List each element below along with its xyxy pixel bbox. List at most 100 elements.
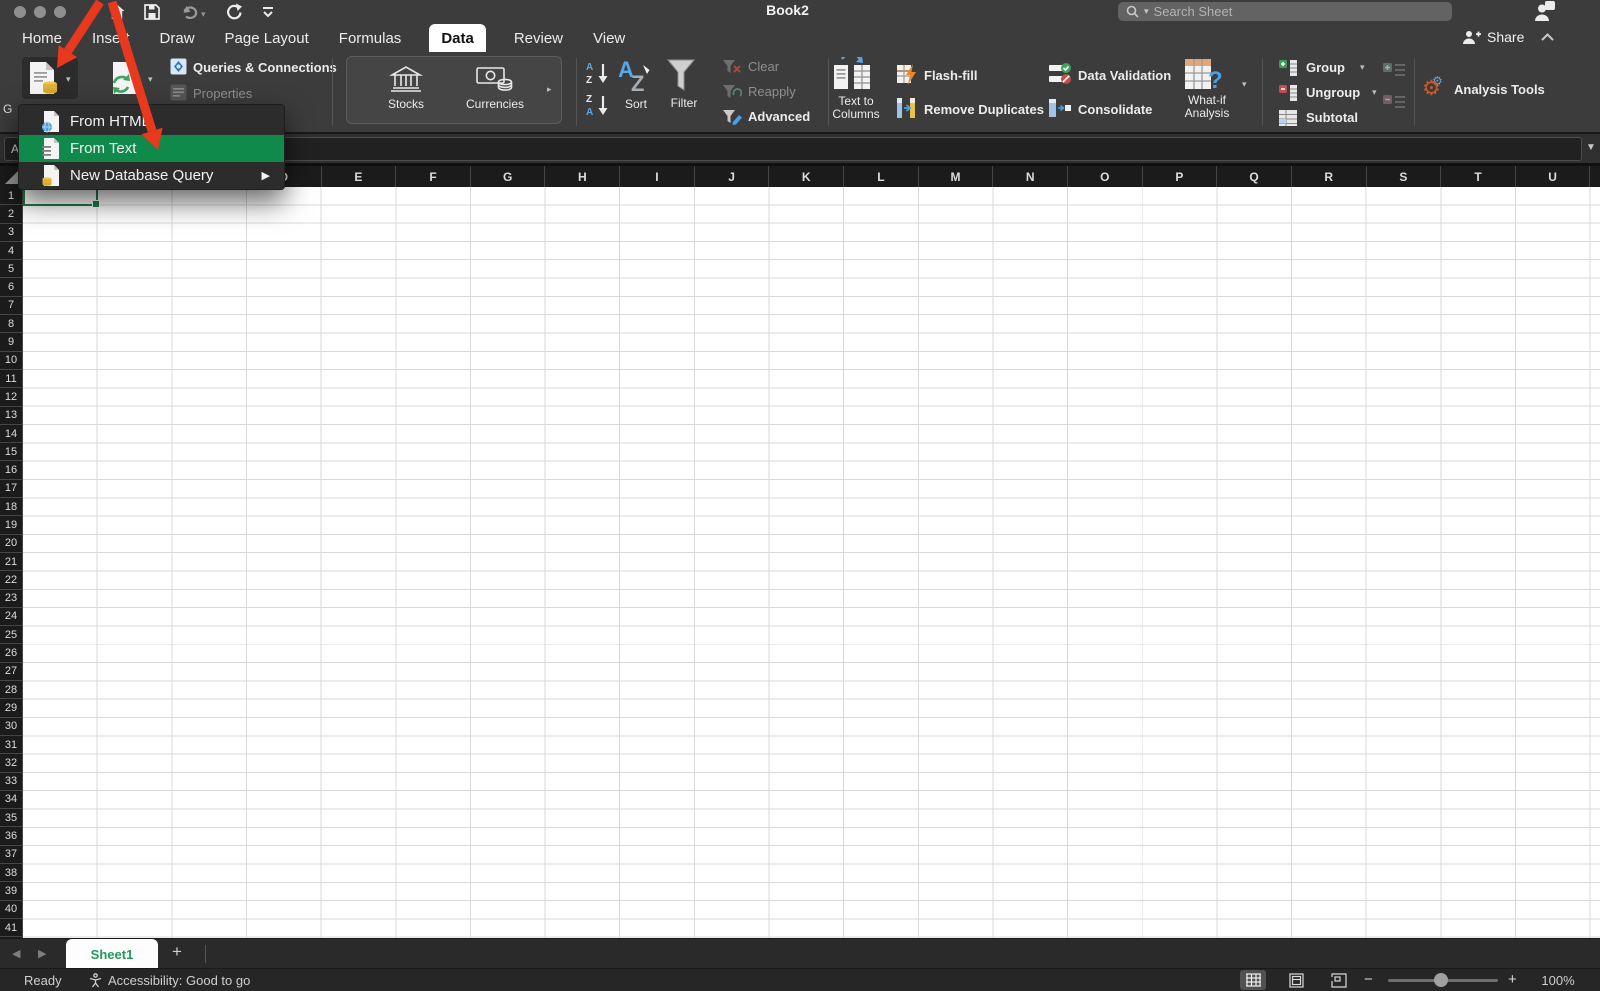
tab-review[interactable]: Review [512, 24, 565, 52]
home-icon[interactable] [108, 3, 126, 21]
row-header[interactable]: 21 [0, 553, 22, 572]
row-header[interactable]: 39 [0, 882, 22, 901]
tab-home[interactable]: Home [20, 24, 64, 52]
zoom-in-button[interactable]: + [1508, 971, 1517, 988]
close-window-button[interactable] [14, 6, 26, 18]
currencies-button[interactable]: Currencies [451, 61, 539, 119]
row-header[interactable]: 8 [0, 315, 22, 334]
subtotal-button[interactable]: Subtotal [1306, 110, 1358, 125]
filter-button[interactable]: Filter [664, 57, 704, 127]
row-header[interactable]: 32 [0, 754, 22, 773]
advanced-filter-button[interactable]: Advanced [748, 109, 810, 124]
column-header[interactable]: T [1441, 166, 1516, 187]
row-header[interactable]: 26 [0, 644, 22, 663]
expand-formula-bar-icon[interactable]: ▼ [1586, 142, 1596, 153]
menu-item-from-html[interactable]: From HTML [19, 108, 284, 135]
clear-filter-button[interactable]: Clear [748, 59, 779, 74]
save-icon[interactable] [144, 4, 160, 20]
column-header[interactable]: I [620, 166, 695, 187]
row-header[interactable]: 28 [0, 681, 22, 700]
page-break-view-button[interactable] [1326, 970, 1352, 990]
redo-icon[interactable] [225, 3, 243, 21]
data-types-more-icon[interactable]: ▸ [547, 85, 552, 94]
menu-item-new-database-query[interactable]: New Database Query ▶ [19, 162, 284, 189]
column-header[interactable]: F [396, 166, 471, 187]
row-header[interactable]: 5 [0, 260, 22, 279]
account-icon[interactable] [1534, 1, 1556, 22]
row-header[interactable]: 17 [0, 480, 22, 499]
column-header[interactable]: H [545, 166, 621, 187]
column-header[interactable]: J [695, 166, 770, 187]
row-header[interactable]: 15 [0, 443, 22, 462]
zoom-slider-knob[interactable] [1434, 973, 1448, 987]
row-header[interactable]: 6 [0, 278, 22, 297]
search-input[interactable]: ▾ Search Sheet [1118, 2, 1452, 21]
menu-item-from-text[interactable]: From Text [19, 135, 284, 162]
tab-page-layout[interactable]: Page Layout [223, 24, 311, 52]
consolidate-button[interactable]: Consolidate [1078, 102, 1152, 117]
row-header[interactable]: 20 [0, 535, 22, 553]
row-header[interactable]: 41 [0, 919, 22, 938]
add-sheet-button[interactable]: + [172, 942, 182, 962]
grid-cells[interactable] [23, 187, 1600, 938]
reapply-filter-button[interactable]: Reapply [748, 84, 796, 99]
row-header[interactable]: 18 [0, 498, 22, 517]
row-header[interactable]: 29 [0, 699, 22, 718]
tab-formulas[interactable]: Formulas [337, 24, 404, 52]
row-header[interactable]: 30 [0, 718, 22, 736]
row-header[interactable]: 34 [0, 791, 22, 810]
analysis-tools-button[interactable]: ⚙ ⚙ Analysis Tools [1422, 74, 1545, 100]
row-header[interactable]: 7 [0, 297, 22, 316]
row-header[interactable]: 4 [0, 242, 22, 261]
column-header[interactable]: S [1367, 166, 1442, 187]
row-header[interactable]: 14 [0, 425, 22, 444]
row-header[interactable]: 13 [0, 407, 22, 425]
stocks-button[interactable]: Stocks [361, 61, 451, 119]
column-header[interactable]: U [1516, 166, 1591, 187]
row-header[interactable]: 38 [0, 864, 22, 883]
hide-detail-icon[interactable] [1382, 94, 1406, 112]
what-if-analysis-button[interactable]: ? What-if Analysis [1184, 57, 1230, 127]
undo-caret-icon[interactable]: ▾ [201, 10, 206, 19]
row-header[interactable]: 12 [0, 388, 22, 407]
row-header[interactable]: 22 [0, 571, 22, 590]
search-scope-caret-icon[interactable]: ▾ [1144, 7, 1149, 16]
remove-duplicates-button[interactable]: Remove Duplicates [924, 102, 1044, 117]
row-header[interactable]: 11 [0, 370, 22, 389]
what-if-caret-icon[interactable]: ▾ [1242, 80, 1247, 89]
tab-data[interactable]: Data [429, 24, 486, 52]
tab-view[interactable]: View [591, 24, 627, 52]
page-layout-view-button[interactable] [1283, 970, 1309, 990]
column-header[interactable]: M [919, 166, 994, 187]
sort-descending-button[interactable]: ZA [584, 92, 612, 118]
row-header[interactable]: 37 [0, 846, 22, 864]
get-external-data-button[interactable]: ▾ [22, 57, 78, 99]
sheet-tab-sheet1[interactable]: Sheet1 [66, 939, 158, 969]
row-header[interactable]: 25 [0, 626, 22, 645]
customize-quick-access-icon[interactable] [261, 6, 275, 18]
sort-button[interactable]: AZ Sort [616, 57, 656, 127]
sheet-nav-left-icon[interactable]: ◀ [12, 947, 20, 960]
group-caret-icon[interactable]: ▾ [1360, 63, 1365, 72]
sheet-nav-right-icon[interactable]: ▶ [38, 947, 46, 960]
data-validation-button[interactable]: Data Validation [1078, 68, 1171, 83]
share-button[interactable]: Share [1462, 29, 1524, 45]
undo-icon[interactable] [180, 5, 198, 20]
fill-handle[interactable] [92, 200, 100, 208]
collapse-ribbon-icon[interactable] [1541, 33, 1554, 41]
accessibility-status[interactable]: Accessibility: Good to go [108, 973, 250, 988]
show-detail-icon[interactable] [1382, 62, 1406, 80]
row-header[interactable]: 9 [0, 333, 22, 352]
column-header[interactable]: O [1068, 166, 1143, 187]
row-header[interactable]: 35 [0, 809, 22, 828]
row-header[interactable]: 27 [0, 663, 22, 682]
ungroup-caret-icon[interactable]: ▾ [1372, 88, 1377, 97]
row-header[interactable]: 31 [0, 736, 22, 755]
column-header[interactable]: Q [1217, 166, 1292, 187]
column-header[interactable]: L [844, 166, 919, 187]
minimize-window-button[interactable] [34, 6, 46, 18]
column-header[interactable]: N [993, 166, 1068, 187]
column-header[interactable]: E [322, 166, 397, 187]
column-header[interactable]: K [769, 166, 845, 187]
row-header[interactable]: 3 [0, 224, 22, 242]
